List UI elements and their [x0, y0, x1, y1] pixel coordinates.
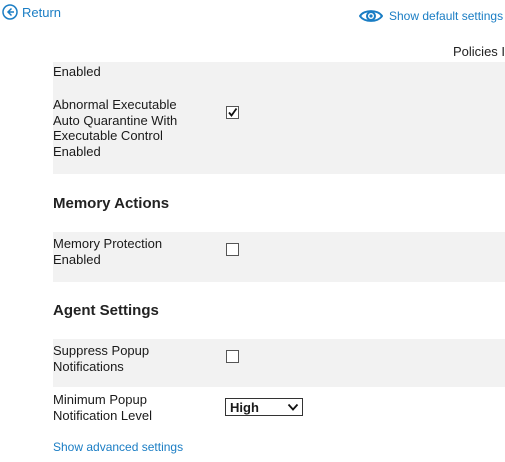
- chevron-down-icon: [287, 403, 299, 411]
- minimum-popup-level-value: High: [230, 399, 259, 415]
- enabled-label: Enabled: [53, 64, 101, 79]
- checkmark-icon: [228, 107, 238, 117]
- return-label[interactable]: Return: [22, 5, 61, 20]
- show-default-settings-label[interactable]: Show default settings: [389, 9, 503, 23]
- agent-settings-heading: Agent Settings: [53, 302, 159, 319]
- abnormal-executable-quarantine-checkbox[interactable]: [226, 106, 239, 119]
- return-link[interactable]: Return: [2, 2, 61, 22]
- suppress-popup-checkbox[interactable]: [226, 350, 239, 363]
- memory-actions-heading: Memory Actions: [53, 195, 170, 212]
- eye-icon: [359, 10, 383, 22]
- suppress-popup-label: Suppress Popup Notifications: [53, 343, 150, 374]
- show-advanced-settings-link[interactable]: Show advanced settings: [53, 440, 183, 454]
- minimum-popup-level-label: Minimum Popup Notification Level: [53, 392, 152, 423]
- arrow-left-circle-icon: [2, 4, 18, 20]
- memory-protection-label: Memory Protection Enabled: [53, 236, 163, 267]
- minimum-popup-level-select[interactable]: High: [225, 398, 303, 416]
- abnormal-executable-quarantine-label: Abnormal Executable Auto Quarantine With…: [53, 97, 178, 159]
- policies-tab-label: Policies I: [453, 44, 505, 59]
- show-default-settings[interactable]: Show default settings: [359, 8, 503, 24]
- memory-protection-checkbox[interactable]: [226, 243, 239, 256]
